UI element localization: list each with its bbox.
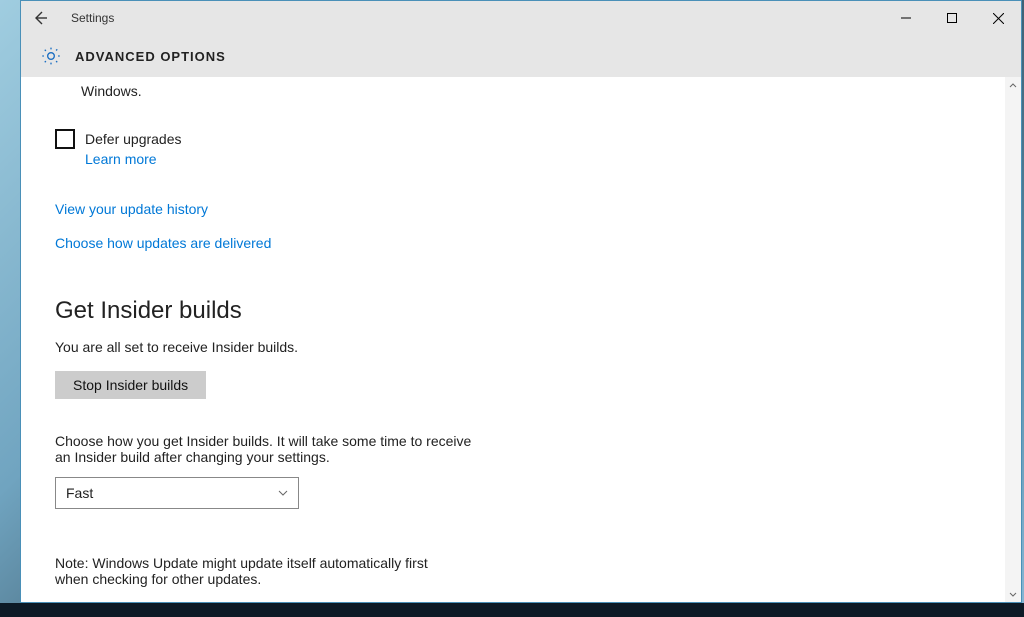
page-header: ADVANCED OPTIONS	[21, 35, 1021, 77]
maximize-icon	[947, 13, 957, 23]
close-icon	[993, 13, 1004, 24]
settings-window: Settings	[20, 0, 1022, 603]
insider-ring-select[interactable]: Fast	[55, 477, 299, 509]
stop-insider-button[interactable]: Stop Insider builds	[55, 371, 206, 399]
choose-ring-description: Choose how you get Insider builds. It wi…	[55, 433, 485, 465]
page-title: ADVANCED OPTIONS	[75, 49, 226, 64]
choose-delivery-link[interactable]: Choose how updates are delivered	[55, 235, 971, 251]
insider-builds-heading: Get Insider builds	[55, 297, 971, 325]
defer-upgrades-label: Defer upgrades	[85, 131, 182, 147]
back-button[interactable]	[31, 9, 49, 27]
minimize-button[interactable]	[883, 1, 929, 35]
chevron-down-icon	[278, 488, 288, 499]
close-button[interactable]	[975, 1, 1021, 35]
titlebar: Settings	[21, 1, 1021, 35]
arrow-left-icon	[31, 9, 49, 27]
vertical-scrollbar[interactable]	[1005, 77, 1021, 602]
scroll-up-button[interactable]	[1005, 77, 1021, 93]
minimize-icon	[901, 13, 911, 23]
window-controls	[883, 1, 1021, 35]
update-note-text: Note: Windows Update might update itself…	[55, 555, 455, 587]
titlebar-left: Settings	[21, 9, 114, 27]
insider-ring-value: Fast	[66, 485, 93, 501]
maximize-button[interactable]	[929, 1, 975, 35]
gear-icon	[41, 46, 61, 66]
taskbar[interactable]	[0, 603, 1024, 617]
app-title: Settings	[71, 11, 114, 25]
defer-upgrades-checkbox[interactable]	[55, 129, 75, 149]
content: Windows. Defer upgrades Learn more View …	[21, 77, 1005, 602]
scroll-down-button[interactable]	[1005, 586, 1021, 602]
fragment-line: Windows.	[55, 83, 971, 99]
learn-more-link[interactable]: Learn more	[85, 151, 971, 167]
view-update-history-link[interactable]: View your update history	[55, 201, 971, 217]
defer-upgrades-row: Defer upgrades	[55, 129, 971, 149]
insider-status-text: You are all set to receive Insider build…	[55, 339, 435, 355]
desktop: Settings	[0, 0, 1024, 617]
content-area: Windows. Defer upgrades Learn more View …	[21, 77, 1021, 602]
